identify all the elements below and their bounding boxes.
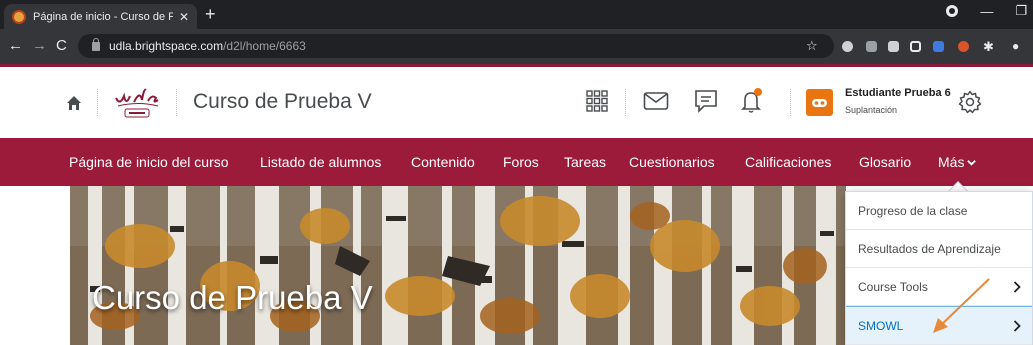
- user-avatar[interactable]: [806, 89, 833, 116]
- separator: [97, 89, 98, 116]
- user-name[interactable]: Estudiante Prueba 6: [845, 87, 951, 99]
- gear-icon[interactable]: [958, 90, 982, 114]
- notification-bell-icon[interactable]: [738, 87, 766, 115]
- back-arrow-icon[interactable]: ←: [8, 38, 23, 53]
- forward-arrow-icon[interactable]: →: [32, 38, 47, 53]
- separator: [176, 89, 177, 116]
- url-path: /d2l/home/6663: [223, 39, 306, 53]
- tab-close-icon[interactable]: ✕: [179, 10, 189, 24]
- course-banner-image: Curso de Prueba V: [70, 186, 846, 345]
- separator: [790, 89, 791, 116]
- restore-icon[interactable]: ❐: [1015, 3, 1027, 19]
- aspen-forest-image: [70, 186, 846, 345]
- extension-icon[interactable]: [888, 41, 899, 52]
- nav-item-glossary[interactable]: Glosario: [859, 154, 911, 170]
- nav-item-discussions[interactable]: Foros: [503, 154, 539, 170]
- nav-item-classlist[interactable]: Listado de alumnos: [260, 154, 381, 170]
- impersonation-mask-icon: [812, 99, 827, 107]
- account-icon[interactable]: ●: [1012, 39, 1019, 54]
- browser-toolbar: ← → C udla.brightspace.com/d2l/home/6663…: [0, 29, 1033, 64]
- menu-item-label: Course Tools: [858, 279, 928, 294]
- chevron-right-icon: [1013, 320, 1021, 332]
- browser-tab[interactable]: Página de inicio - Curso de Pruel ✕: [4, 4, 197, 29]
- course-navbar: Página de inicio del curso Listado de al…: [0, 138, 1033, 186]
- discussion-icon[interactable]: [693, 87, 721, 115]
- course-selector-grid-icon[interactable]: [585, 89, 609, 113]
- bookmark-star-icon[interactable]: ☆: [806, 38, 818, 54]
- user-role: Suplantación: [845, 105, 898, 115]
- extension-icon[interactable]: [866, 41, 877, 52]
- browser-profile-icon[interactable]: [946, 5, 959, 17]
- extension-icon[interactable]: [933, 41, 944, 52]
- menu-item-class-progress[interactable]: Progreso de la clase: [846, 192, 1032, 230]
- lock-icon: [92, 37, 100, 51]
- window-controls: — ❐: [946, 3, 1027, 19]
- menu-item-learning-outcomes[interactable]: Resultados de Aprendizaje: [846, 230, 1032, 268]
- nav-item-assignments[interactable]: Tareas: [564, 154, 606, 170]
- nav-item-quizzes[interactable]: Cuestionarios: [629, 154, 715, 170]
- nav-item-more[interactable]: Más: [938, 154, 964, 170]
- adblock-extension-icon[interactable]: [842, 41, 853, 52]
- reload-icon[interactable]: C: [56, 38, 67, 53]
- banner-course-title: Curso de Prueba V: [92, 279, 373, 316]
- address-bar[interactable]: udla.brightspace.com/d2l/home/6663: [78, 34, 834, 58]
- browser-tab-strip: Página de inicio - Curso de Pruel ✕ + — …: [0, 0, 1033, 29]
- extensions-puzzle-icon[interactable]: ✱: [983, 39, 994, 54]
- menu-item-label: Progreso de la clase: [858, 203, 968, 218]
- course-title[interactable]: Curso de Prueba V: [193, 90, 372, 114]
- menu-item-label: SMOWL: [858, 318, 904, 333]
- extension-icon[interactable]: [958, 41, 969, 52]
- tab-title: Página de inicio - Curso de Pruel: [33, 10, 173, 23]
- annotation-arrow-icon: [933, 278, 990, 333]
- extension-icon[interactable]: [910, 41, 921, 52]
- chevron-right-icon: [1013, 281, 1021, 293]
- separator: [625, 89, 626, 116]
- nav-item-grades[interactable]: Calificaciones: [745, 154, 831, 170]
- udla-logo[interactable]: [112, 84, 162, 118]
- chevron-down-icon[interactable]: [967, 158, 976, 167]
- nav-item-course-home[interactable]: Página de inicio del curso: [69, 154, 229, 170]
- home-icon[interactable]: [66, 95, 82, 111]
- message-envelope-icon[interactable]: [643, 91, 669, 111]
- minimize-icon[interactable]: —: [980, 4, 993, 19]
- nav-item-content[interactable]: Contenido: [411, 154, 475, 170]
- d2l-header: Curso de Prueba V Estudiante Prueba 6 Su…: [0, 67, 1033, 138]
- new-tab-button[interactable]: +: [205, 5, 216, 23]
- menu-item-label: Resultados de Aprendizaje: [858, 241, 1001, 256]
- url-host: udla.brightspace.com: [109, 39, 224, 53]
- site-favicon-icon: [12, 9, 26, 24]
